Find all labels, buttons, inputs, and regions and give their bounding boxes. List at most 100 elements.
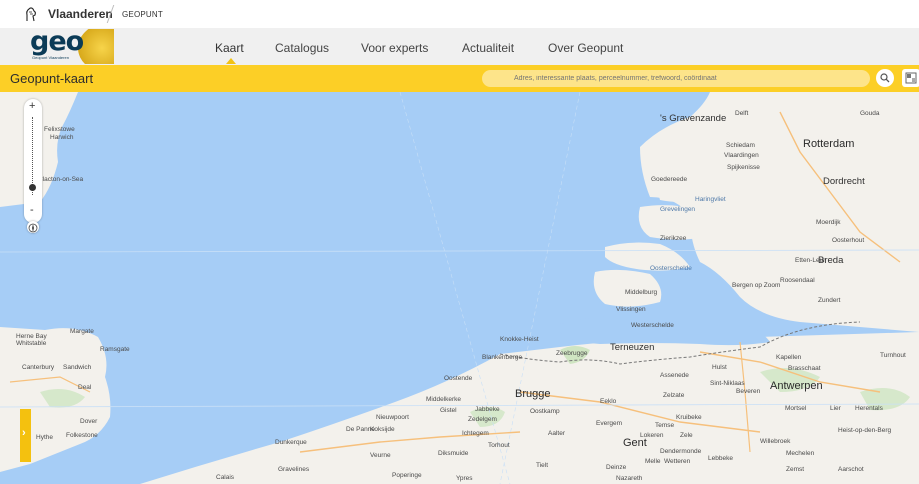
map-label-torhout: Torhout: [488, 442, 510, 449]
map-label-grevelingen: Grevelingen: [660, 206, 696, 213]
map-label-knokke-heist: Knokke-Heist: [500, 336, 539, 343]
map-label-veurne: Veurne: [370, 452, 391, 459]
map-label-ramsgate: Ramsgate: [100, 346, 130, 353]
map-label-melle: Melle: [645, 458, 661, 465]
map-label-etten-leur: Etten-Leur: [795, 257, 826, 264]
page-title: Geopunt-kaart: [10, 71, 94, 86]
active-nav-indicator: [226, 58, 236, 64]
map-label-westerschelde: Westerschelde: [631, 322, 674, 329]
vlaanderen-brand[interactable]: Vlaanderen: [48, 7, 113, 21]
map-label-ypres: Ypres: [456, 475, 473, 482]
geopunt-subbrand[interactable]: GEOPUNT: [122, 10, 163, 19]
map-label-calais: Calais: [216, 474, 235, 481]
map-label-zelzate: Zelzate: [663, 392, 685, 399]
map-label-willebroek: Willebroek: [760, 438, 791, 445]
map-label-folkestone: Folkestone: [66, 432, 98, 439]
map-label-nieuwpoort: Nieuwpoort: [376, 414, 409, 421]
chevron-right-icon: ›: [22, 427, 26, 439]
layers-button[interactable]: [902, 69, 919, 87]
map-label-rotterdam: Rotterdam: [803, 138, 855, 150]
map-label-haringvliet: Haringvliet: [695, 196, 726, 203]
map-label-nazareth: Nazareth: [616, 475, 643, 482]
geopunt-logo[interactable]: geo Geopunt Vlaanderen: [26, 29, 114, 64]
map-label-dendermonde: Dendermonde: [660, 448, 702, 455]
map-label-lier: Lier: [830, 405, 841, 412]
search-input[interactable]: [482, 70, 870, 87]
map-label-whitstable: Whitstable: [16, 340, 47, 347]
map-label-aarschot: Aarschot: [838, 466, 864, 473]
map-label-evergem: Evergem: [596, 420, 623, 427]
map-label-brugge: Brugge: [515, 388, 551, 400]
nav-over-geopunt[interactable]: Over Geopunt: [548, 41, 623, 55]
map-label-margate: Margate: [70, 328, 94, 335]
map-label-zierikzee: Zierikzee: [660, 235, 687, 242]
layers-icon: [905, 72, 917, 84]
map-label-canterbury: Canterbury: [22, 364, 55, 371]
map-label-zele: Zele: [680, 432, 693, 439]
map-label-gravelines: Gravelines: [278, 466, 310, 473]
map-label-temse: Temse: [655, 422, 675, 429]
map-label-aalter: Aalter: [548, 430, 565, 437]
map-label-poperinge: Poperinge: [392, 472, 422, 479]
map-label-deinze: Deinze: [606, 464, 627, 471]
search-button[interactable]: [876, 69, 894, 87]
map-label-tielt: Tielt: [536, 462, 549, 469]
map-label-vlaardingen: Vlaardingen: [724, 152, 759, 159]
nav-kaart[interactable]: Kaart: [215, 41, 244, 55]
map-label-hulst: Hulst: [712, 364, 727, 371]
map-label-gravenzande: 's Gravenzande: [660, 113, 727, 124]
map-label-beveren: Beveren: [736, 388, 761, 395]
sidebar-toggle-button[interactable]: ›: [20, 409, 31, 462]
zoom-in-button[interactable]: +: [29, 100, 35, 112]
map-basemap: [0, 92, 919, 484]
map-label-jabbeke: Jabbeke: [475, 406, 500, 413]
map-label-diksmuide: Diksmuide: [438, 450, 469, 457]
map-label-gistel: Gistel: [440, 407, 457, 414]
map-label-dordrecht: Dordrecht: [823, 176, 865, 187]
zoom-out-button[interactable]: -: [30, 204, 34, 216]
map-label-zedelgem: Zedelgem: [468, 416, 497, 423]
map-label-oosterschelde: Oosterschelde: [650, 265, 692, 272]
map-label-herentals: Herentals: [855, 405, 883, 412]
map-label-roosendaal: Roosendaal: [780, 277, 815, 284]
map-label-schiedam: Schiedam: [726, 142, 755, 149]
map-label-koksijde: Koksijde: [370, 426, 395, 433]
zoom-slider-handle[interactable]: [29, 184, 36, 191]
compass-icon[interactable]: [27, 221, 39, 233]
map-label-zemst: Zemst: [786, 466, 805, 473]
map-label-spijkenisse: Spijkenisse: [727, 164, 760, 171]
logo-swoosh: [78, 29, 114, 64]
map-label-mortsel: Mortsel: [785, 405, 807, 412]
map-label-antwerpen: Antwerpen: [770, 380, 823, 392]
map-label-oostende: Oostende: [444, 375, 473, 382]
map-label-zeebrugge: Zeebrugge: [556, 350, 588, 357]
nav-actualiteit[interactable]: Actualiteit: [462, 41, 514, 55]
map-label-turnhout: Turnhout: [880, 352, 906, 359]
nav-catalogus[interactable]: Catalogus: [275, 41, 329, 55]
map-label-oosterhout: Oosterhout: [832, 237, 865, 244]
map-label-middelkerke: Middelkerke: [426, 396, 462, 403]
map-label-gent: Gent: [623, 437, 647, 449]
logo-text: geo: [30, 29, 84, 57]
map-label-blankenberge: Blankenberge: [482, 354, 523, 361]
map-label-harwich: Harwich: [50, 134, 74, 141]
map-label-wetteren: Wetteren: [664, 458, 691, 465]
map-label-hythe: Hythe: [36, 434, 53, 441]
map-label-sandwich: Sandwich: [63, 364, 92, 371]
map-label-gouda: Gouda: [860, 110, 880, 117]
map-canvas[interactable]: 's Gravenzande Rotterdam Delft Gouda Sch…: [0, 92, 919, 484]
compass-rose-icon: [28, 223, 38, 233]
map-label-brasschaat: Brasschaat: [788, 365, 821, 372]
map-label-goedereede: Goedereede: [651, 176, 688, 183]
map-label-herne-bay: Herne Bay: [16, 333, 47, 340]
map-label-deal: Deal: [78, 384, 92, 391]
nav-voor-experts[interactable]: Voor experts: [361, 41, 428, 55]
map-label-middelburg: Middelburg: [625, 289, 658, 296]
map-label-mechelen: Mechelen: [786, 450, 815, 457]
zoom-control: + -: [24, 99, 42, 223]
logo-tagline: Geopunt Vlaanderen: [32, 55, 69, 60]
vlaanderen-lion-icon: [26, 7, 36, 22]
map-label-eeklo: Eeklo: [600, 398, 617, 405]
map-label-oostkamp: Oostkamp: [530, 408, 560, 415]
map-label-lebbeke: Lebbeke: [708, 455, 733, 462]
